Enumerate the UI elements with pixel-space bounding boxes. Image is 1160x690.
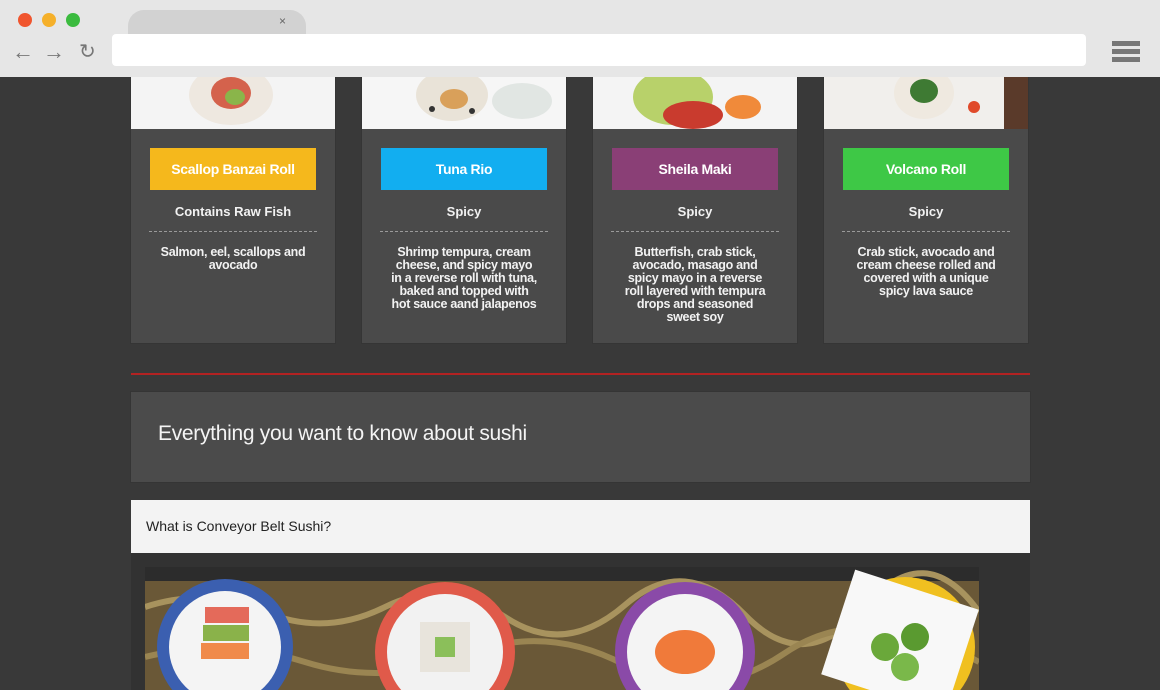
section-title: Everything you want to know about sushi bbox=[158, 422, 527, 445]
page-content: Scallop Banzai Roll Contains Raw Fish Sa… bbox=[0, 77, 1160, 690]
back-arrow-icon[interactable]: ← bbox=[12, 40, 34, 64]
info-header: Everything you want to know about sushi bbox=[131, 392, 1030, 482]
roll-photo bbox=[131, 77, 335, 129]
conveyor-sushi-photo bbox=[145, 567, 979, 690]
minimize-window-button[interactable] bbox=[42, 13, 56, 27]
hamburger-menu-icon[interactable] bbox=[1112, 41, 1140, 63]
roll-card: Sheila Maki Spicy Butterfish, crab stick… bbox=[593, 77, 797, 343]
browser-tab[interactable]: × bbox=[128, 10, 306, 34]
roll-card: Volcano Roll Spicy Crab stick, avocado a… bbox=[824, 77, 1028, 343]
divider-line bbox=[380, 231, 548, 232]
roll-name[interactable]: Scallop Banzai Roll bbox=[150, 148, 316, 190]
roll-description: Crab stick, avocado and cream cheese rol… bbox=[856, 245, 996, 298]
browser-chrome: × ← → ↻ bbox=[0, 0, 1160, 77]
roll-name[interactable]: Volcano Roll bbox=[843, 148, 1009, 190]
divider-line bbox=[842, 231, 1010, 232]
roll-description: Shrimp tempura, cream cheese, and spicy … bbox=[391, 245, 537, 311]
roll-card: Scallop Banzai Roll Contains Raw Fish Sa… bbox=[131, 77, 335, 343]
tab-close-icon[interactable]: × bbox=[279, 14, 286, 28]
roll-description: Butterfish, crab stick, avocado, masago … bbox=[624, 245, 766, 324]
roll-tag: Spicy bbox=[908, 204, 944, 219]
address-bar[interactable] bbox=[112, 34, 1086, 66]
roll-name[interactable]: Sheila Maki bbox=[612, 148, 778, 190]
roll-photo bbox=[824, 77, 1028, 129]
roll-name[interactable]: Tuna Rio bbox=[381, 148, 547, 190]
forward-arrow-icon[interactable]: → bbox=[43, 40, 65, 64]
roll-photo bbox=[593, 77, 797, 129]
roll-photo bbox=[362, 77, 566, 129]
section-divider bbox=[131, 373, 1030, 375]
faq-question-label: What is Conveyor Belt Sushi? bbox=[146, 518, 332, 534]
faq-question[interactable]: What is Conveyor Belt Sushi? bbox=[131, 500, 1030, 553]
roll-tag: Spicy bbox=[677, 204, 713, 219]
reload-icon[interactable]: ↻ bbox=[79, 40, 96, 64]
divider-line bbox=[149, 231, 317, 232]
close-window-button[interactable] bbox=[18, 13, 32, 27]
divider-line bbox=[611, 231, 779, 232]
maximize-window-button[interactable] bbox=[66, 13, 80, 27]
roll-card: Tuna Rio Spicy Shrimp tempura, cream che… bbox=[362, 77, 566, 343]
roll-description: Salmon, eel, scallops and avocado bbox=[160, 245, 306, 272]
roll-tag: Contains Raw Fish bbox=[174, 204, 292, 219]
roll-tag: Spicy bbox=[446, 204, 482, 219]
